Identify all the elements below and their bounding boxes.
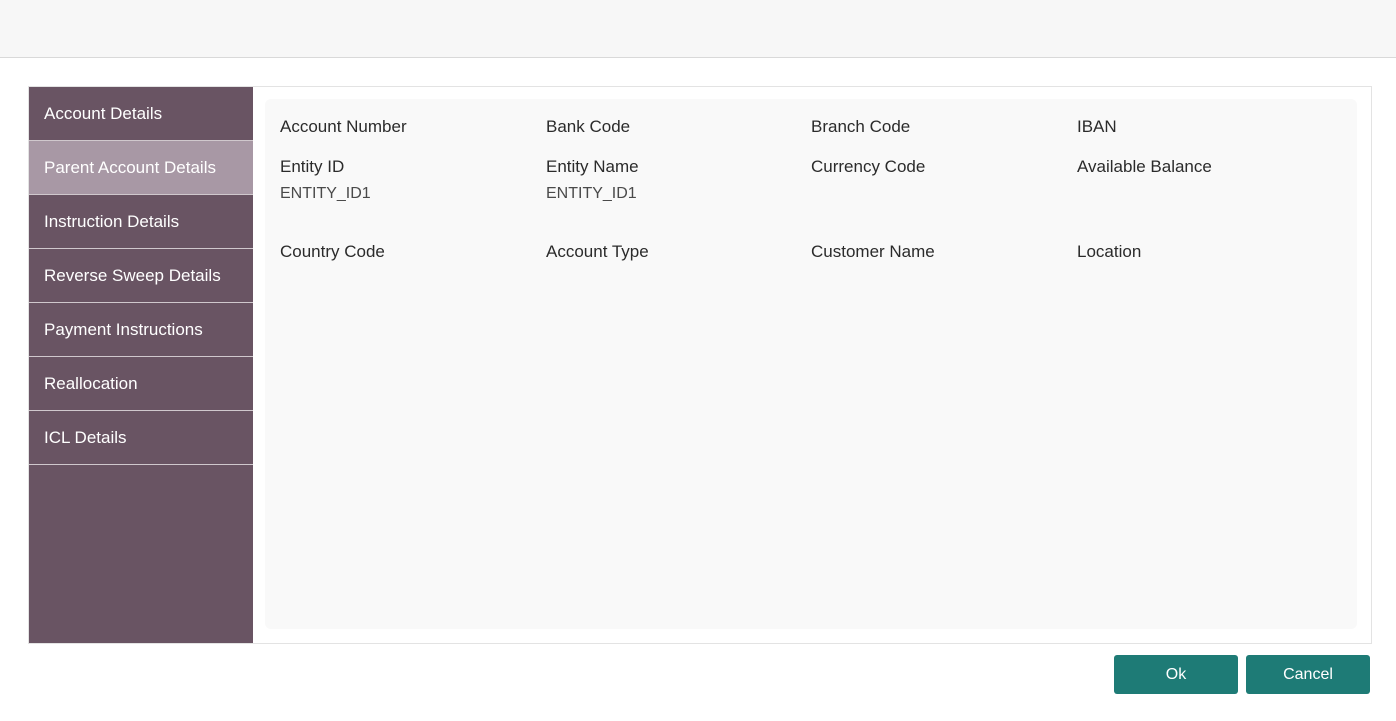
bank-code-label: Bank Code [546, 117, 631, 136]
available-balance-label: Available Balance [1077, 157, 1212, 176]
account-number-label: Account Number [280, 117, 407, 136]
sidebar-item-account-details[interactable]: Account Details [29, 87, 253, 141]
entity-id-label: Entity ID [280, 157, 345, 176]
branch-code-label: Branch Code [811, 117, 911, 136]
sidebar-item-payment-instructions[interactable]: Payment Instructions [29, 303, 253, 357]
sidebar-item-label: Payment Instructions [44, 319, 203, 339]
field-branch-code: Branch Code [811, 117, 1061, 144]
iban-label: IBAN [1077, 117, 1117, 136]
field-account-type: Account Type [546, 242, 796, 269]
sidebar-item-parent-account-details[interactable]: Parent Account Details [29, 141, 253, 195]
field-location: Location [1077, 242, 1327, 269]
top-header-bar [0, 0, 1396, 58]
field-iban: IBAN [1077, 117, 1327, 144]
field-currency-code: Currency Code [811, 157, 1061, 184]
country-code-label: Country Code [280, 242, 385, 261]
details-content-area: Account Number Bank Code Branch Code IBA… [265, 99, 1357, 629]
sidebar-item-label: Reverse Sweep Details [44, 265, 221, 285]
sidebar-item-reverse-sweep-details[interactable]: Reverse Sweep Details [29, 249, 253, 303]
cancel-button[interactable]: Cancel [1246, 655, 1370, 694]
entity-name-value: ENTITY_ID1 [546, 185, 637, 202]
field-available-balance: Available Balance [1077, 157, 1327, 184]
sidebar-item-label: Instruction Details [44, 211, 180, 231]
field-entity-name: Entity Name ENTITY_ID1 [546, 157, 796, 204]
field-country-code: Country Code [280, 242, 530, 269]
sidebar-item-instruction-details[interactable]: Instruction Details [29, 195, 253, 249]
field-entity-id: Entity ID ENTITY_ID1 [280, 157, 530, 204]
field-bank-code: Bank Code [546, 117, 796, 144]
customer-name-label: Customer Name [811, 242, 935, 261]
field-account-number: Account Number [280, 117, 530, 144]
sidebar-item-label: Account Details [44, 103, 163, 123]
sidebar-item-label: Parent Account Details [44, 157, 216, 177]
sidebar-item-icl-details[interactable]: ICL Details [29, 411, 253, 465]
entity-name-label: Entity Name [546, 157, 639, 176]
sidebar-nav: Account Details Parent Account Details I… [29, 87, 253, 643]
account-details-panel: Account Details Parent Account Details I… [28, 86, 1372, 644]
field-customer-name: Customer Name [811, 242, 1061, 269]
sidebar-item-label: ICL Details [44, 427, 127, 447]
location-label: Location [1077, 242, 1142, 261]
entity-id-value: ENTITY_ID1 [280, 185, 371, 202]
currency-code-label: Currency Code [811, 157, 926, 176]
sidebar-item-reallocation[interactable]: Reallocation [29, 357, 253, 411]
account-type-label: Account Type [546, 242, 649, 261]
sidebar-item-label: Reallocation [44, 373, 138, 393]
ok-button[interactable]: Ok [1114, 655, 1238, 694]
